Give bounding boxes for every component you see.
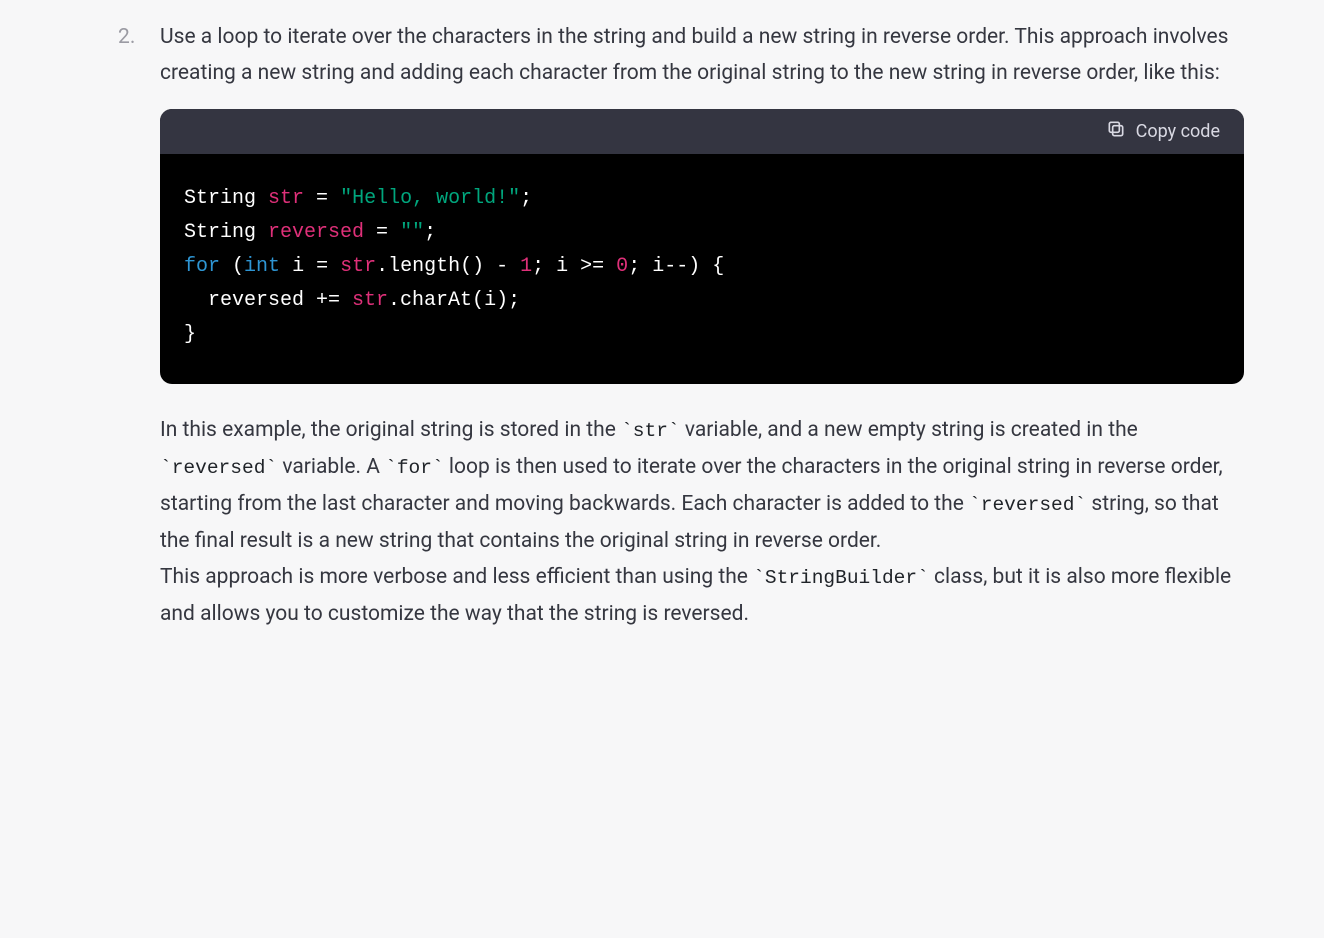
- code-token: [280, 255, 292, 278]
- code-token: String: [184, 187, 256, 210]
- copy-code-button[interactable]: Copy code: [1106, 119, 1220, 144]
- text-run: This approach is more verbose and less e…: [160, 565, 753, 589]
- code-token: =: [304, 255, 340, 278]
- ordered-list: Use a loop to iterate over the character…: [80, 20, 1244, 633]
- code-token: reversed +=: [184, 289, 352, 312]
- text-run: variable. A: [277, 455, 385, 479]
- inline-code-str: `str`: [621, 420, 680, 442]
- code-token: }: [184, 323, 196, 346]
- code-token: str: [340, 255, 376, 278]
- code-token: i: [292, 255, 304, 278]
- inline-code-for: `for`: [385, 457, 444, 479]
- code-token: for: [184, 255, 220, 278]
- explanation-paragraph-1: In this example, the original string is …: [160, 412, 1244, 559]
- code-body[interactable]: String str = "Hello, world!"; String rev…: [160, 154, 1244, 384]
- code-block-header: Copy code: [160, 109, 1244, 154]
- code-token: reversed: [268, 221, 364, 244]
- code-token: ; i--) {: [628, 255, 724, 278]
- code-token: str: [352, 289, 388, 312]
- code-token: ;: [424, 221, 436, 244]
- document-container: Use a loop to iterate over the character…: [0, 0, 1324, 673]
- code-token: =: [304, 187, 340, 210]
- code-token: (: [220, 255, 244, 278]
- copy-code-label: Copy code: [1136, 121, 1220, 142]
- code-token: "Hello, world!": [340, 187, 520, 210]
- code-token: "": [400, 221, 424, 244]
- code-token: 0: [616, 255, 628, 278]
- inline-code-reversed: `reversed`: [969, 494, 1086, 516]
- clipboard-icon: [1106, 119, 1126, 144]
- inline-code-stringbuilder: `StringBuilder`: [753, 567, 929, 589]
- text-run: In this example, the original string is …: [160, 418, 621, 442]
- code-token: ;: [520, 187, 532, 210]
- inline-code-reversed: `reversed`: [160, 457, 277, 479]
- code-token: str: [268, 187, 304, 210]
- list-item-2: Use a loop to iterate over the character…: [160, 20, 1244, 633]
- text-run: variable, and a new empty string is crea…: [680, 418, 1138, 442]
- explanation-paragraph-2: This approach is more verbose and less e…: [160, 559, 1244, 633]
- code-token: =: [364, 221, 400, 244]
- code-token: String: [184, 221, 256, 244]
- code-block: Copy code String str = "Hello, world!"; …: [160, 109, 1244, 384]
- explanation: In this example, the original string is …: [160, 412, 1244, 633]
- list-item-intro: Use a loop to iterate over the character…: [160, 20, 1244, 91]
- code-token: int: [244, 255, 280, 278]
- code-token: ; i >=: [532, 255, 616, 278]
- code-token: 1: [520, 255, 532, 278]
- code-token: .charAt(i);: [388, 289, 520, 312]
- code-token: .length() -: [376, 255, 520, 278]
